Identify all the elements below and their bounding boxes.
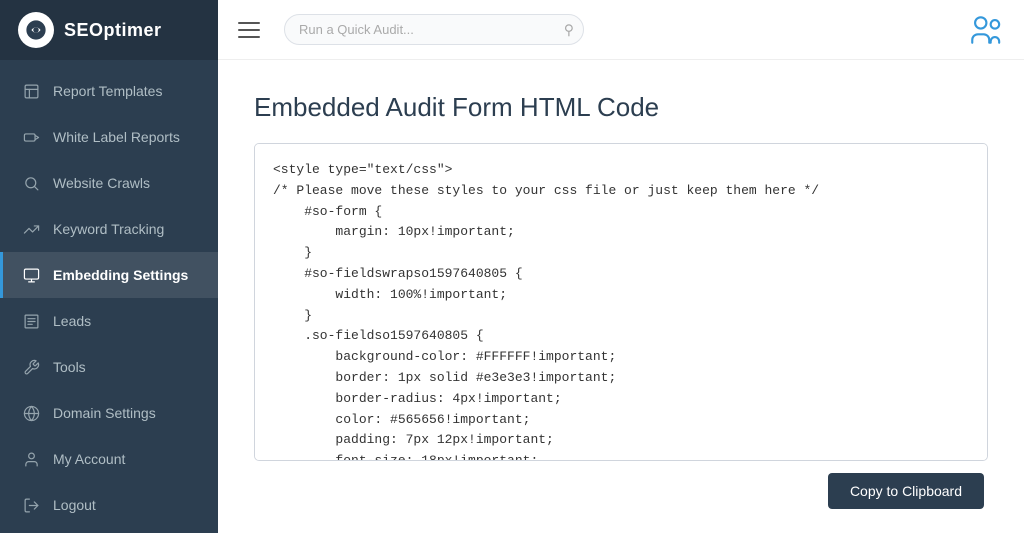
sidebar-item-label: Website Crawls	[53, 175, 150, 191]
topbar-right	[966, 11, 1004, 49]
sidebar-item-tools[interactable]: Tools	[0, 344, 218, 390]
leads-icon	[21, 311, 41, 331]
sidebar-item-report-templates[interactable]: Report Templates	[0, 68, 218, 114]
globe-icon	[21, 403, 41, 423]
sidebar-item-keyword-tracking[interactable]: Keyword Tracking	[0, 206, 218, 252]
search-icon	[21, 173, 41, 193]
sidebar-item-label: White Label Reports	[53, 129, 180, 145]
sidebar-item-domain-settings[interactable]: Domain Settings	[0, 390, 218, 436]
sidebar: SEOptimer Report Templates White Label R…	[0, 0, 218, 533]
sidebar-item-logout[interactable]: Logout	[0, 482, 218, 528]
logo: SEOptimer	[0, 0, 218, 60]
sidebar-item-label: Logout	[53, 497, 96, 513]
sidebar-item-white-label-reports[interactable]: White Label Reports	[0, 114, 218, 160]
sidebar-nav: Report Templates White Label Reports Web…	[0, 60, 218, 533]
sidebar-item-website-crawls[interactable]: Website Crawls	[0, 160, 218, 206]
page-body: Embedded Audit Form HTML Code <style typ…	[218, 60, 1024, 533]
logo-icon	[18, 12, 54, 48]
sidebar-item-label: Keyword Tracking	[53, 221, 164, 237]
user-avatar[interactable]	[966, 11, 1004, 49]
tools-icon	[21, 357, 41, 377]
trending-icon	[21, 219, 41, 239]
copy-btn-row: Copy to Clipboard	[254, 461, 988, 509]
topbar: ⚲	[218, 0, 1024, 60]
sidebar-item-my-account[interactable]: My Account	[0, 436, 218, 482]
main-content: ⚲ Embedded Audit Form HTML Code <style t…	[218, 0, 1024, 533]
account-icon	[21, 449, 41, 469]
template-icon	[21, 81, 41, 101]
label-icon	[21, 127, 41, 147]
sidebar-item-label: Embedding Settings	[53, 267, 188, 283]
sidebar-item-label: Domain Settings	[53, 405, 156, 421]
code-container: <style type="text/css"> /* Please move t…	[254, 143, 988, 461]
search-bar: ⚲	[284, 14, 584, 45]
embed-icon	[21, 265, 41, 285]
page-title: Embedded Audit Form HTML Code	[254, 92, 988, 123]
hamburger-menu[interactable]	[238, 14, 270, 46]
code-display[interactable]: <style type="text/css"> /* Please move t…	[255, 144, 987, 460]
search-icon: ⚲	[564, 21, 574, 38]
copy-clipboard-button[interactable]: Copy to Clipboard	[828, 473, 984, 509]
app-name: SEOptimer	[64, 20, 162, 41]
sidebar-item-embedding-settings[interactable]: Embedding Settings	[0, 252, 218, 298]
sidebar-item-leads[interactable]: Leads	[0, 298, 218, 344]
sidebar-item-label: Tools	[53, 359, 86, 375]
sidebar-item-label: Report Templates	[53, 83, 162, 99]
sidebar-item-label: Leads	[53, 313, 91, 329]
search-input[interactable]	[284, 14, 584, 45]
sidebar-item-label: My Account	[53, 451, 125, 467]
logout-icon	[21, 495, 41, 515]
